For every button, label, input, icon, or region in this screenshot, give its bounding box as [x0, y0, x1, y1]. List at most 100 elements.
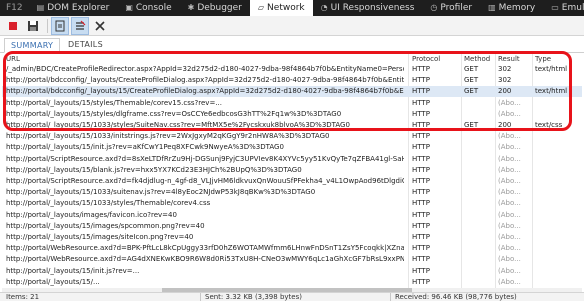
tab-label: Profiler [440, 3, 473, 13]
table-row[interactable]: http://portal/_layouts/15/... HTTP (Abo... [2, 277, 582, 288]
table-row[interactable]: http://portal/_layouts/15/images/siteIco… [2, 232, 582, 243]
cell-protocol: HTTP [412, 177, 430, 185]
cell-protocol: HTTP [412, 244, 430, 253]
cell-result: (Abo... [498, 188, 521, 197]
tab-label: UI Responsiveness [330, 3, 415, 13]
cell-protocol: HTTP [412, 154, 430, 163]
cell-url: http://portal/ScriptResource.axd?d=fk4dj… [6, 177, 404, 185]
f12-label-text: F12 [6, 3, 23, 13]
tab-label: Console [135, 3, 172, 13]
cell-url: http://portal/ScriptResource.axd?d=8sXeL… [6, 154, 404, 163]
table-row[interactable]: http://portal/_layouts/15/init.js?rev=..… [2, 266, 582, 277]
cell-protocol: HTTP [412, 165, 430, 174]
tab-label: DOM Explorer [47, 3, 110, 13]
status-sent: Sent: 3.32 KB (3,398 bytes) [205, 293, 302, 301]
cell-result: (Abo... [498, 221, 521, 230]
cell-protocol: HTTP [412, 233, 430, 241]
cell-result: (Abo... [498, 255, 521, 264]
cell-url: http://portal/_layouts/15/images/spcommo… [6, 221, 205, 230]
cell-url: http://portal/_layouts/15/... [6, 277, 100, 286]
cell-result: (Abo... [498, 143, 521, 152]
cell-result: (Abo... [498, 210, 521, 219]
cell-result: (Abo... [498, 244, 521, 253]
network-icon: ▱ [257, 3, 265, 12]
cell-result: (Abo... [498, 154, 521, 163]
memory-icon: ▥ [488, 3, 496, 12]
tab-ui-responsiveness[interactable]: ◔ UI Responsiveness [313, 0, 423, 16]
tab-label: Memory [498, 3, 536, 13]
cell-url: http://portal/_layouts/images/favicon.ic… [6, 210, 177, 219]
cell-result: (Abo... [498, 165, 521, 174]
console-icon: ▣ [125, 3, 133, 12]
export-button[interactable] [24, 17, 42, 35]
status-separator [200, 293, 201, 301]
status-bar: Items: 21 Sent: 3.32 KB (3,398 bytes) Re… [0, 292, 584, 301]
cell-protocol: HTTP [412, 266, 430, 275]
stop-recording-button[interactable] [4, 17, 22, 35]
cell-protocol: HTTP [412, 221, 430, 230]
f12-label: F12 [0, 0, 29, 16]
save-icon [28, 20, 38, 31]
cell-protocol: HTTP [412, 277, 430, 286]
cell-result: (Abo... [498, 132, 521, 141]
profiler-icon: ◷ [430, 3, 438, 12]
cell-result: (Abo... [498, 277, 521, 286]
cell-protocol: HTTP [412, 143, 430, 152]
stop-icon [9, 21, 17, 30]
cell-url: http://portal/WebResource.axd?d=BPK-PftL… [6, 244, 404, 253]
table-row[interactable]: http://portal/_layouts/15/init.js?rev=aK… [2, 142, 582, 153]
table-row[interactable]: http://portal/_layouts/15/blank.js?rev=h… [2, 165, 582, 176]
cell-result: (Abo... [498, 199, 521, 208]
status-separator [390, 293, 391, 301]
debugger-icon: ✱ [187, 3, 195, 12]
tab-debugger[interactable]: ✱ Debugger [180, 0, 250, 16]
status-items-count: Items: 21 [6, 293, 40, 301]
tab-dom-explorer[interactable]: ▤ DOM Explorer [29, 0, 118, 16]
tab-label: Emulation [561, 3, 584, 13]
table-row[interactable]: http://portal/ScriptResource.axd?d=fk4dj… [2, 176, 582, 187]
cell-url: http://portal/WebResource.axd?d=AG4dXNEK… [6, 255, 404, 264]
table-row[interactable]: http://portal/WebResource.axd?d=BPK-PftL… [2, 243, 582, 254]
clear-entries-on-navigate-icon [76, 20, 86, 30]
tab-label: Debugger [197, 3, 242, 13]
f12-tab-bar: F12 ▤ DOM Explorer ▣ Console ✱ Debugger ▱ Ne… [0, 0, 584, 16]
refresh-from-server-icon [55, 20, 65, 31]
cell-url: http://portal/_layouts/15/1033/suitenav.… [6, 188, 316, 197]
table-row[interactable]: http://portal/_layouts/images/favicon.ic… [2, 210, 582, 221]
network-toolbar [0, 16, 584, 36]
cell-url: http://portal/_layouts/15/1033/initstrin… [6, 132, 330, 141]
status-received: Received: 96.46 KB (98,776 bytes) [395, 293, 517, 301]
cell-protocol: HTTP [412, 255, 430, 264]
cell-url: http://portal/_layouts/15/init.js?rev=aK… [6, 143, 284, 152]
red-highlight-annotation [3, 51, 572, 131]
tab-memory[interactable]: ▥ Memory [480, 0, 543, 16]
cell-url: http://portal/_layouts/15/blank.js?rev=h… [6, 165, 302, 174]
ui-responsiveness-icon: ◔ [320, 3, 328, 12]
table-row[interactable]: http://portal/_layouts/15/1033/initstrin… [2, 131, 582, 142]
cell-result: (Abo... [498, 177, 521, 185]
cell-url: http://portal/_layouts/15/1033/styles/Th… [6, 199, 211, 208]
tab-network[interactable]: ▱ Network [249, 0, 313, 16]
table-row[interactable]: http://portal/_layouts/15/images/spcommo… [2, 221, 582, 232]
table-row[interactable]: http://portal/WebResource.axd?d=AG4dXNEK… [2, 254, 582, 265]
table-row[interactable]: http://portal/ScriptResource.axd?d=8sXeL… [2, 154, 582, 165]
clear-on-navigate-button[interactable] [71, 16, 89, 35]
cell-protocol: HTTP [412, 188, 430, 197]
emulation-icon: ▭ [551, 3, 559, 12]
tab-emulation[interactable]: ▭Emulation [543, 0, 584, 16]
cell-protocol: HTTP [412, 210, 430, 219]
tab-console[interactable]: ▣ Console [117, 0, 179, 16]
tab-profiler[interactable]: ◷ Profiler [422, 0, 480, 16]
cell-url: http://portal/_layouts/15/images/siteIco… [6, 233, 194, 241]
dom-explorer-icon: ▤ [36, 3, 45, 12]
cell-protocol: HTTP [412, 132, 430, 141]
table-row[interactable]: http://portal/_layouts/15/1033/styles/Th… [2, 198, 582, 209]
always-refresh-button[interactable] [51, 16, 69, 35]
toolbar-separator [47, 18, 48, 33]
cell-url: http://portal/_layouts/15/init.js?rev=..… [6, 266, 140, 275]
cell-result: (Abo... [498, 266, 521, 275]
cell-result: (Abo... [498, 233, 521, 241]
table-row[interactable]: http://portal/_layouts/15/1033/suitenav.… [2, 187, 582, 198]
clear-entries-button[interactable] [91, 17, 109, 35]
clear-icon [95, 20, 105, 31]
